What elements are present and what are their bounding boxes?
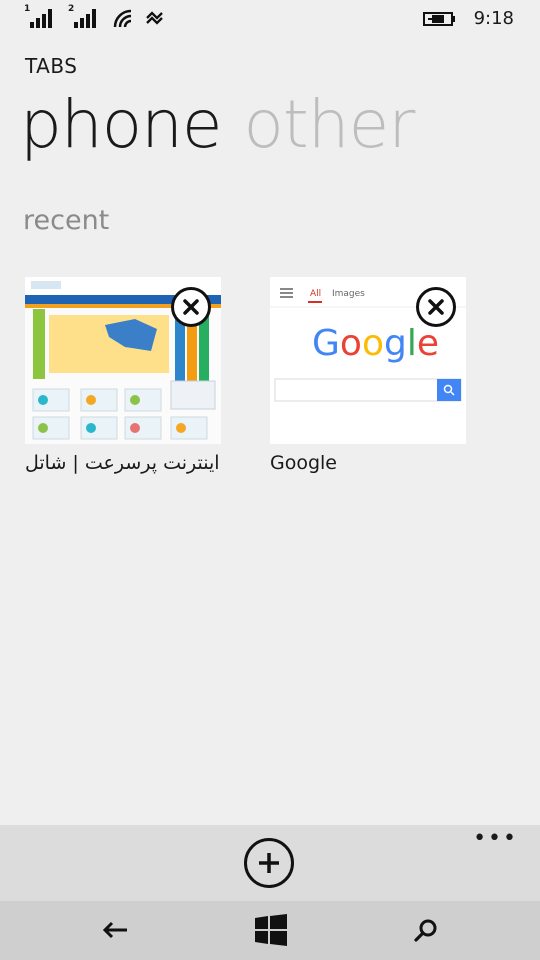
pivot-header: phone other [20, 86, 416, 163]
tab-title: اینترنت پرسرعت | شاتل [25, 452, 220, 474]
close-tab-button[interactable] [416, 287, 456, 327]
add-icon [259, 853, 279, 873]
pivot-item-phone[interactable]: phone [20, 86, 223, 163]
preview-tab-all: All [310, 289, 321, 299]
start-button[interactable] [251, 913, 291, 947]
data-sharing-icon [146, 11, 163, 25]
app-header-title: TABS [25, 54, 78, 78]
hamburger-menu-icon [280, 288, 293, 298]
tab-thumbnail[interactable] [25, 277, 221, 444]
search-icon [414, 919, 437, 942]
wifi-icon [113, 9, 132, 28]
close-tab-button[interactable] [171, 287, 211, 327]
close-icon [428, 299, 444, 315]
clock: 9:18 [473, 8, 514, 29]
back-arrow-icon [102, 921, 127, 939]
battery-charging-icon [423, 12, 455, 26]
status-bar: 1 2 9:18 [0, 0, 540, 36]
more-options-button[interactable]: ••• [473, 828, 518, 850]
tab-tile-google[interactable]: All Images Google Google [270, 277, 466, 474]
search-button[interactable] [406, 913, 446, 947]
windows-start-icon [255, 914, 287, 946]
google-logo: Google [312, 323, 439, 364]
pivot-item-other[interactable]: other [244, 86, 416, 163]
close-icon [183, 299, 199, 315]
tab-tile-shatel[interactable]: اینترنت پرسرعت | شاتل [25, 277, 221, 474]
new-tab-button[interactable] [244, 838, 294, 888]
preview-tab-images: Images [332, 289, 365, 299]
back-button[interactable] [95, 913, 135, 947]
section-title: recent [23, 205, 110, 236]
tab-thumbnail[interactable]: All Images Google [270, 277, 466, 444]
tab-title: Google [270, 452, 338, 474]
